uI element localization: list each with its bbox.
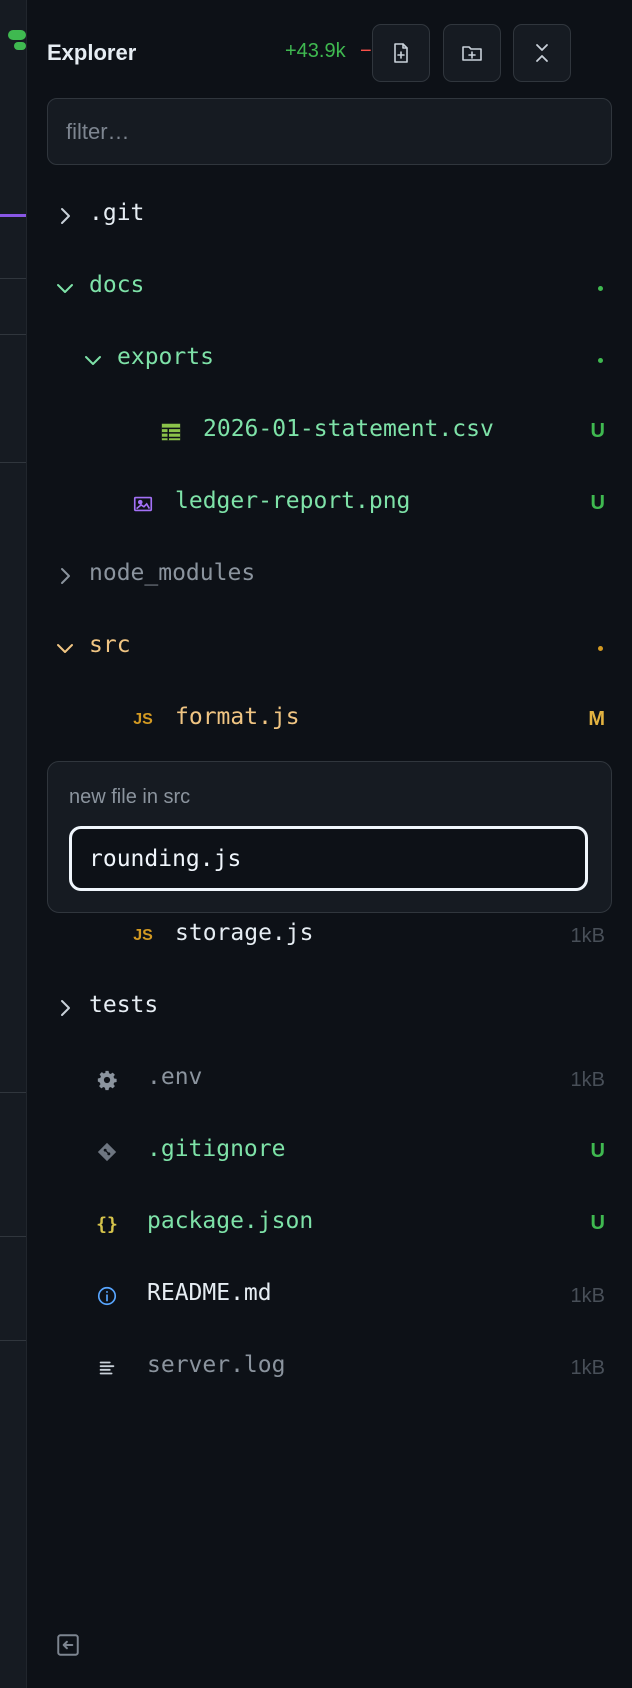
collapse-sidebar-button[interactable] (55, 1632, 81, 1658)
new-file-icon (394, 43, 408, 63)
git-status-badge: U (590, 1140, 605, 1162)
background-divider (0, 214, 26, 217)
tree-file-statement-csv[interactable]: 2026-01-statement.csv U (27, 396, 632, 468)
tree-item-label: 2026-01-statement.csv (203, 416, 494, 442)
tree-folder-docs[interactable]: docs (27, 252, 632, 324)
explorer-panel: Explorer +43.9k −1 .git docs (26, 0, 632, 1688)
filter-input[interactable] (47, 98, 612, 165)
chevron-right-icon (61, 1000, 70, 1016)
tree-item-label: .env (147, 1064, 203, 1090)
background-divider (0, 278, 26, 279)
chevron-down-icon (85, 356, 101, 365)
changes-indicator (598, 286, 603, 291)
js-icon: JS (133, 711, 153, 728)
tree-item-label: node_modules (89, 560, 256, 586)
tree-item-label: README.md (147, 1280, 272, 1306)
gear-icon (95, 1068, 119, 1092)
tree-file-env[interactable]: .env 1kB (27, 1044, 632, 1116)
git-icon (95, 1140, 119, 1164)
tree-file-gitignore[interactable]: .gitignore U (27, 1116, 632, 1188)
tree-file-package-json[interactable]: {} package.json U (27, 1188, 632, 1260)
tree-item-label: ledger-report.png (175, 488, 411, 514)
new-file-prompt-label: new file in src (69, 786, 191, 808)
tree-folder-node-modules[interactable]: node_modules (27, 540, 632, 612)
file-size: 1kB (570, 1357, 605, 1379)
git-status-badge: U (590, 1212, 605, 1234)
tree-item-label: storage.js (175, 920, 314, 946)
git-status-badge: M (588, 708, 605, 730)
tree-item-label: .gitignore (147, 1136, 286, 1162)
table-icon (159, 420, 183, 444)
collapse-sidebar-icon (57, 1634, 79, 1656)
info-icon (95, 1284, 119, 1308)
chevron-down-icon (57, 644, 73, 653)
tree-item-label: package.json (147, 1208, 314, 1234)
file-size: 1kB (570, 1285, 605, 1307)
background-divider (0, 1092, 26, 1093)
tree-file-server-log[interactable]: server.log 1kB (27, 1332, 632, 1404)
additions-count: +43.9k (285, 40, 346, 62)
git-status-badge: U (590, 492, 605, 514)
tree-file-ledger-report-png[interactable]: ledger-report.png U (27, 468, 632, 540)
tree-folder-tests[interactable]: tests (27, 972, 632, 1044)
tree-item-label: format.js (175, 704, 300, 730)
git-status-badge: U (590, 420, 605, 442)
explorer-header: Explorer +43.9k −1 (27, 22, 632, 82)
file-size: 1kB (570, 1069, 605, 1091)
tree-item-label: docs (89, 272, 145, 298)
chevron-right-icon (61, 568, 70, 584)
file-size: 1kB (570, 925, 605, 947)
background-divider (0, 1340, 26, 1341)
tree-folder-src[interactable]: src (27, 612, 632, 684)
background-decoration (8, 30, 26, 40)
chevron-down-icon (57, 284, 73, 293)
tree-file-format-js[interactable]: JS format.js M (27, 684, 632, 756)
explorer-title: Explorer (47, 40, 137, 65)
collapse-all-button[interactable] (513, 24, 571, 82)
tree-folder-git[interactable]: .git (27, 180, 632, 252)
background-divider (0, 1236, 26, 1237)
tree-file-storage-js[interactable]: JS storage.js 1kB (27, 900, 632, 972)
tree-item-label: tests (89, 992, 159, 1018)
background-window (0, 0, 26, 1688)
js-icon: JS (133, 927, 153, 944)
tree-item-label: src (89, 632, 131, 658)
image-icon (131, 492, 155, 516)
tree-item-label: exports (117, 344, 214, 370)
lines-icon (95, 1356, 119, 1380)
new-file-name-input[interactable] (69, 826, 588, 891)
tree-item-label: server.log (147, 1352, 286, 1378)
new-file-prompt: new file in src (47, 761, 612, 913)
new-file-button[interactable] (372, 24, 430, 82)
changes-indicator (598, 358, 603, 363)
chevron-right-icon (61, 208, 70, 224)
new-folder-icon (462, 46, 482, 61)
tree-file-readme[interactable]: README.md 1kB (27, 1260, 632, 1332)
tree-folder-exports[interactable]: exports (27, 324, 632, 396)
new-folder-button[interactable] (443, 24, 501, 82)
json-icon: {} (96, 1213, 118, 1235)
background-divider (0, 334, 26, 335)
background-divider (0, 462, 26, 463)
tree-item-label: .git (89, 200, 145, 226)
changes-indicator (598, 646, 603, 651)
collapse-all-icon (536, 44, 548, 62)
background-decoration (14, 42, 26, 50)
